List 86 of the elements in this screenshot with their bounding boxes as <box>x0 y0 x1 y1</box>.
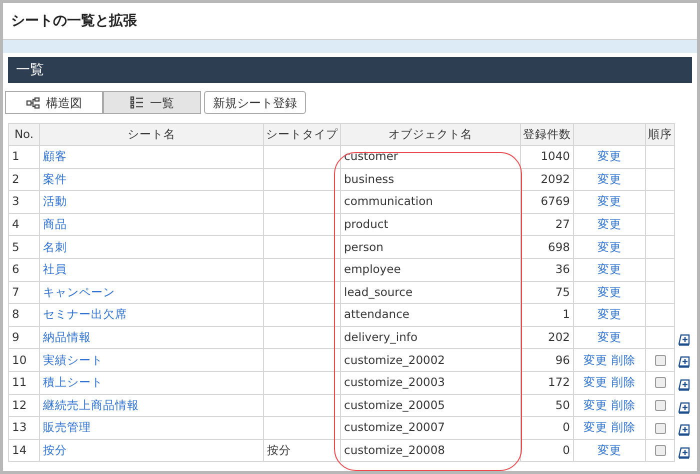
row-number: 4 <box>8 213 40 236</box>
table-cell: employee <box>340 258 520 282</box>
row-checkbox[interactable] <box>654 445 666 456</box>
sheet-name-link[interactable]: 顧客 <box>43 149 67 164</box>
row-number: 10 <box>8 348 40 372</box>
row-checkbox[interactable] <box>654 377 666 388</box>
column-header: シート名 <box>40 124 264 146</box>
sheet-name-link[interactable]: 名刺 <box>43 240 67 254</box>
delete-link[interactable]: 削除 <box>612 352 636 369</box>
sheet-name-link[interactable]: 納品情報 <box>43 330 91 344</box>
table-cell: customize_20003 <box>340 371 520 394</box>
column-header: No. <box>8 124 40 146</box>
list-icon <box>130 96 144 109</box>
table-cell: 36 <box>520 258 574 282</box>
row-number: 3 <box>8 190 40 214</box>
add-row-icon[interactable] <box>678 424 690 436</box>
table-cell: 0 <box>520 439 574 462</box>
column-header: 登録件数 <box>520 124 574 146</box>
add-row-icon[interactable] <box>678 356 690 368</box>
edit-link[interactable]: 変更 <box>584 374 608 392</box>
table-cell: 6769 <box>520 190 574 214</box>
table-cell: 0 <box>520 416 574 440</box>
table-cell: lead_source <box>340 281 520 304</box>
row-number: 13 <box>8 416 40 440</box>
table-cell: customer <box>340 146 520 168</box>
delete-link[interactable]: 削除 <box>612 396 636 414</box>
sheet-name-link[interactable]: 活動 <box>43 194 67 208</box>
table-cell: 96 <box>520 348 574 372</box>
table-cell: communication <box>340 190 520 214</box>
row-number: 5 <box>8 236 40 258</box>
edit-link[interactable]: 変更 <box>584 352 608 369</box>
page-title: シートの一覧と拡張 <box>10 12 138 31</box>
delete-link[interactable]: 削除 <box>612 374 636 392</box>
add-row-icon[interactable] <box>678 446 690 459</box>
table-cell: customize_20008 <box>340 439 520 462</box>
row-number: 8 <box>8 304 40 326</box>
table-cell: 202 <box>520 326 574 349</box>
sheet-name-link[interactable]: 案件 <box>43 172 67 186</box>
row-number: 2 <box>8 168 40 191</box>
view-tab[interactable]: 一覧 <box>103 91 201 114</box>
column-header: 順序 <box>646 124 674 146</box>
table-cell: 698 <box>520 236 574 258</box>
table-cell: 1 <box>520 304 574 326</box>
sheet-name-link[interactable]: 実績シート <box>43 352 103 367</box>
sheet-name-link[interactable]: 社員 <box>43 262 67 276</box>
table-cell: 27 <box>520 213 574 236</box>
diagram-icon <box>26 96 40 108</box>
add-row-icon[interactable] <box>678 402 690 414</box>
table-cell: person <box>340 236 520 258</box>
sheet-name-link[interactable]: 按分 <box>43 442 67 457</box>
sheet-name-link[interactable]: 積上シート <box>43 375 103 390</box>
edit-link[interactable]: 変更 <box>584 396 608 414</box>
table-cell: 1040 <box>520 146 574 168</box>
row-checkbox[interactable] <box>654 400 666 412</box>
row-checkbox[interactable] <box>654 422 666 434</box>
table-cell: product <box>340 213 520 236</box>
add-row-icon[interactable] <box>678 378 690 391</box>
sheet-name-link[interactable]: 商品 <box>43 216 67 231</box>
row-number: 12 <box>8 394 40 417</box>
table-cell: business <box>340 168 520 191</box>
section-title: 一覧 <box>16 60 44 80</box>
new-sheet-button[interactable]: 新規シート登録 <box>204 91 306 114</box>
table-cell: customize_20002 <box>340 348 520 372</box>
table-cell: delivery_info <box>340 326 520 349</box>
row-number: 7 <box>8 281 40 304</box>
table-cell: 按分 <box>264 439 340 462</box>
delete-link[interactable]: 削除 <box>612 419 636 437</box>
add-row-icon[interactable] <box>678 334 690 346</box>
row-checkbox[interactable] <box>654 354 666 366</box>
view-tab[interactable]: 構造図 <box>5 91 103 114</box>
row-number: 1 <box>8 146 40 168</box>
column-header: オブジェクト名 <box>340 124 520 146</box>
row-number: 11 <box>8 371 40 394</box>
table-cell: 172 <box>520 371 574 394</box>
table-cell: 50 <box>520 394 574 417</box>
table-cell: 75 <box>520 281 574 304</box>
column-header: シートタイプ <box>264 124 340 146</box>
row-number: 9 <box>8 326 40 349</box>
row-number: 6 <box>8 258 40 282</box>
row-number: 14 <box>8 439 40 462</box>
table-cell: customize_20007 <box>340 416 520 440</box>
table-cell: customize_20005 <box>340 394 520 417</box>
table-cell: 2092 <box>520 168 574 191</box>
edit-link[interactable]: 変更 <box>584 419 608 437</box>
sheet-name-link[interactable]: 販売管理 <box>43 420 91 434</box>
table-cell: attendance <box>340 304 520 326</box>
